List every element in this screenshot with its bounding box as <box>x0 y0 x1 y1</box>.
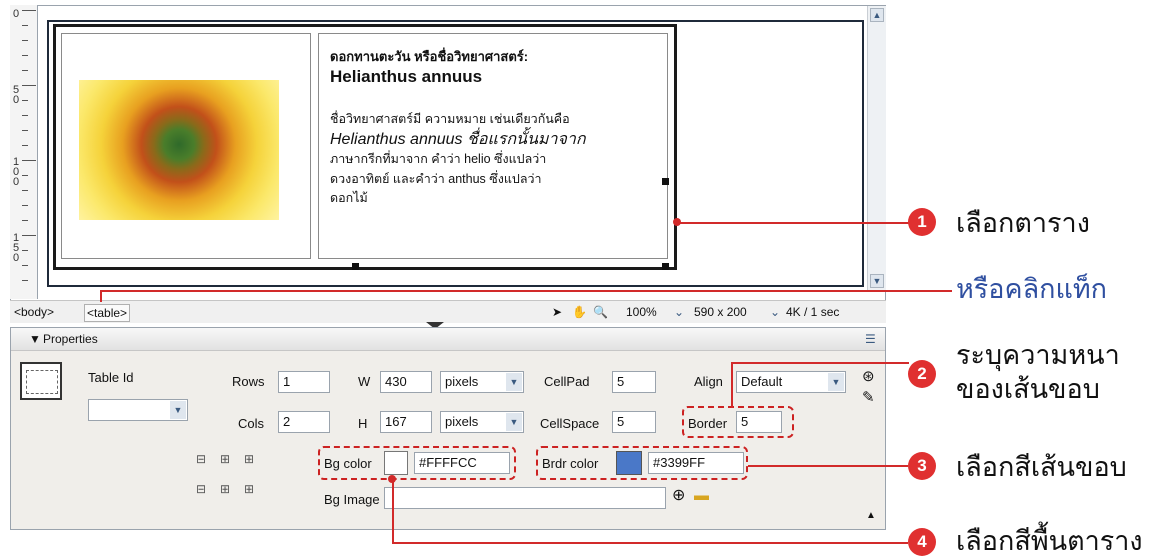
width-label: W <box>358 374 371 389</box>
height-unit-select[interactable]: pixels ▼ <box>440 411 524 433</box>
step-badge-2: 2 <box>908 360 936 388</box>
step-badge-4: 4 <box>908 528 936 556</box>
bgcolor-highlight <box>318 446 516 480</box>
callout-line-1 <box>677 222 909 224</box>
bgimage-field[interactable] <box>384 487 666 509</box>
tag-body[interactable]: <body> <box>12 304 56 320</box>
ruler-label-50: 50 <box>13 84 20 106</box>
chevron-down-icon: ▼ <box>828 373 844 391</box>
chevron-down-icon: ▼ <box>506 373 522 391</box>
callout-line-4-v <box>392 478 394 544</box>
zoom-dropdown-icon[interactable]: ⌄ <box>674 305 684 319</box>
expand-triangle-icon[interactable]: ▲ <box>866 508 876 524</box>
cols-label: Cols <box>238 416 265 431</box>
callout-line-tag-v <box>100 292 102 302</box>
rows-field[interactable]: 1 <box>278 371 330 393</box>
step-badge-1: 1 <box>908 208 936 236</box>
zoom-tool-icon[interactable]: 🔍 <box>593 305 608 319</box>
cellspace-label: CellSpace <box>540 416 600 431</box>
width-unit-select[interactable]: pixels ▼ <box>440 371 524 393</box>
body-line: ภาษากรีกที่มาจาก คำว่า helio ซึ่งแปลว่า <box>330 152 547 166</box>
width-field[interactable]: 430 <box>380 371 432 393</box>
window-size[interactable]: 590 x 200 <box>694 305 747 319</box>
body-line-italic: Helianthus annuus ชื่อแรกนั้นมาจาก <box>330 130 586 148</box>
annotation-border-thickness: ระบุความหนา <box>956 340 1120 370</box>
zoom-level[interactable]: 100% <box>626 305 657 319</box>
chevron-down-icon: ▼ <box>170 401 186 419</box>
merge-cells-icon[interactable]: ⊟ <box>196 452 206 466</box>
options-menu-icon[interactable]: ☰ <box>865 331 876 347</box>
scroll-down-icon[interactable]: ▼ <box>870 274 884 288</box>
table-icon <box>20 362 62 400</box>
brdrcolor-highlight <box>536 446 748 480</box>
height-unit-value: pixels <box>445 414 479 429</box>
body-line: ดวงอาทิตย์ และคำว่า anthus ซึ่งแปลว่า <box>330 171 542 186</box>
resize-handle-corner[interactable] <box>662 263 669 270</box>
collapse-triangle-icon[interactable]: ▼ <box>29 331 41 347</box>
height-label: H <box>358 416 368 431</box>
ruler-label-100: 100 <box>13 156 20 188</box>
size-dropdown-icon[interactable]: ⌄ <box>770 305 780 319</box>
help-icon[interactable]: ⊛ <box>862 369 875 385</box>
height-field[interactable]: 167 <box>380 411 432 433</box>
align-select[interactable]: Default ▼ <box>736 371 846 393</box>
clear-width-px-icon[interactable]: ⊞ <box>220 452 230 466</box>
cell-subtitle: Helianthus annuus <box>330 67 483 86</box>
cellpad-label: CellPad <box>544 374 590 389</box>
clear-height-pct-icon[interactable]: ⊞ <box>244 482 254 496</box>
quick-edit-icon[interactable]: ✎ <box>862 390 875 406</box>
callout-dot-1 <box>673 218 681 226</box>
callout-line-2 <box>731 362 909 364</box>
callout-line-2-v <box>731 362 733 408</box>
clear-heights-icon[interactable]: ⊟ <box>196 482 206 496</box>
vertical-scrollbar[interactable]: ▲ ▼ <box>867 6 886 292</box>
cell-title: ดอกทานตะวัน หรือชื่อวิทยาศาสตร์: <box>330 49 529 64</box>
ruler-label-0: 0 <box>13 8 20 20</box>
cols-field[interactable]: 2 <box>278 411 330 433</box>
body-line: Helianthus annuus ชื่อแรกนั้นมาจาก <box>330 130 660 151</box>
chevron-down-icon: ▼ <box>506 413 522 431</box>
border-highlight <box>682 406 794 438</box>
properties-title: Properties <box>43 332 98 346</box>
annotation-select-table: เลือกตาราง <box>956 208 1090 238</box>
rows-label: Rows <box>232 374 265 389</box>
cell-body: ชื่อวิทยาศาสตร์มี ความหมาย เช่นเดียวกันค… <box>330 110 660 209</box>
step-badge-3: 3 <box>908 452 936 480</box>
vertical-ruler: 0 50 100 150 <box>10 5 38 299</box>
annotation-border-thickness-2: ของเส้นขอบ <box>956 374 1100 404</box>
annotation-border-color: เลือกสีเส้นขอบ <box>956 452 1127 482</box>
tag-table[interactable]: <table> <box>84 304 131 322</box>
properties-header[interactable]: ▼ Properties ☰ <box>11 328 885 351</box>
download-size: 4K / 1 sec <box>786 305 840 319</box>
point-to-file-icon[interactable]: ⊕ <box>672 488 685 504</box>
resize-handle-bottom[interactable] <box>352 263 359 270</box>
width-unit-value: pixels <box>445 374 479 389</box>
resize-handle-right[interactable] <box>662 178 669 185</box>
callout-dot-4 <box>388 475 396 483</box>
table-id-label: Table Id <box>88 370 134 385</box>
scroll-up-icon[interactable]: ▲ <box>870 8 884 22</box>
align-label: Align <box>694 374 723 389</box>
hand-tool-icon[interactable]: ✋ <box>572 305 587 319</box>
body-line: ชื่อวิทยาศาสตร์มี ความหมาย เช่นเดียวกันค… <box>330 112 570 126</box>
clear-width-pct-icon[interactable]: ⊞ <box>244 452 254 466</box>
table-id-select[interactable]: ▼ <box>88 399 188 421</box>
cellpad-field[interactable]: 5 <box>612 371 656 393</box>
cellspace-field[interactable]: 5 <box>612 411 656 433</box>
callout-line-tag <box>100 290 952 292</box>
align-value: Default <box>741 374 783 389</box>
annotation-click-tag: หรือคลิกแท็ก <box>956 274 1108 304</box>
callout-line-3 <box>748 465 908 467</box>
clear-height-px-icon[interactable]: ⊞ <box>220 482 230 496</box>
sunflower-image <box>79 80 279 220</box>
annotation-bg-color: เลือกสีพื้นตาราง <box>956 526 1143 556</box>
ruler-label-150: 150 <box>13 232 20 264</box>
status-bar: <body> <table> ➤ ✋ 🔍 100% ⌄ 590 x 200 ⌄ … <box>10 300 886 323</box>
callout-line-4 <box>392 542 908 544</box>
pointer-tool-icon[interactable]: ➤ <box>552 305 562 319</box>
bgimage-label: Bg Image <box>324 492 380 507</box>
body-line: ดอกไม้ <box>330 191 368 205</box>
folder-icon[interactable]: ▬ <box>694 488 709 504</box>
